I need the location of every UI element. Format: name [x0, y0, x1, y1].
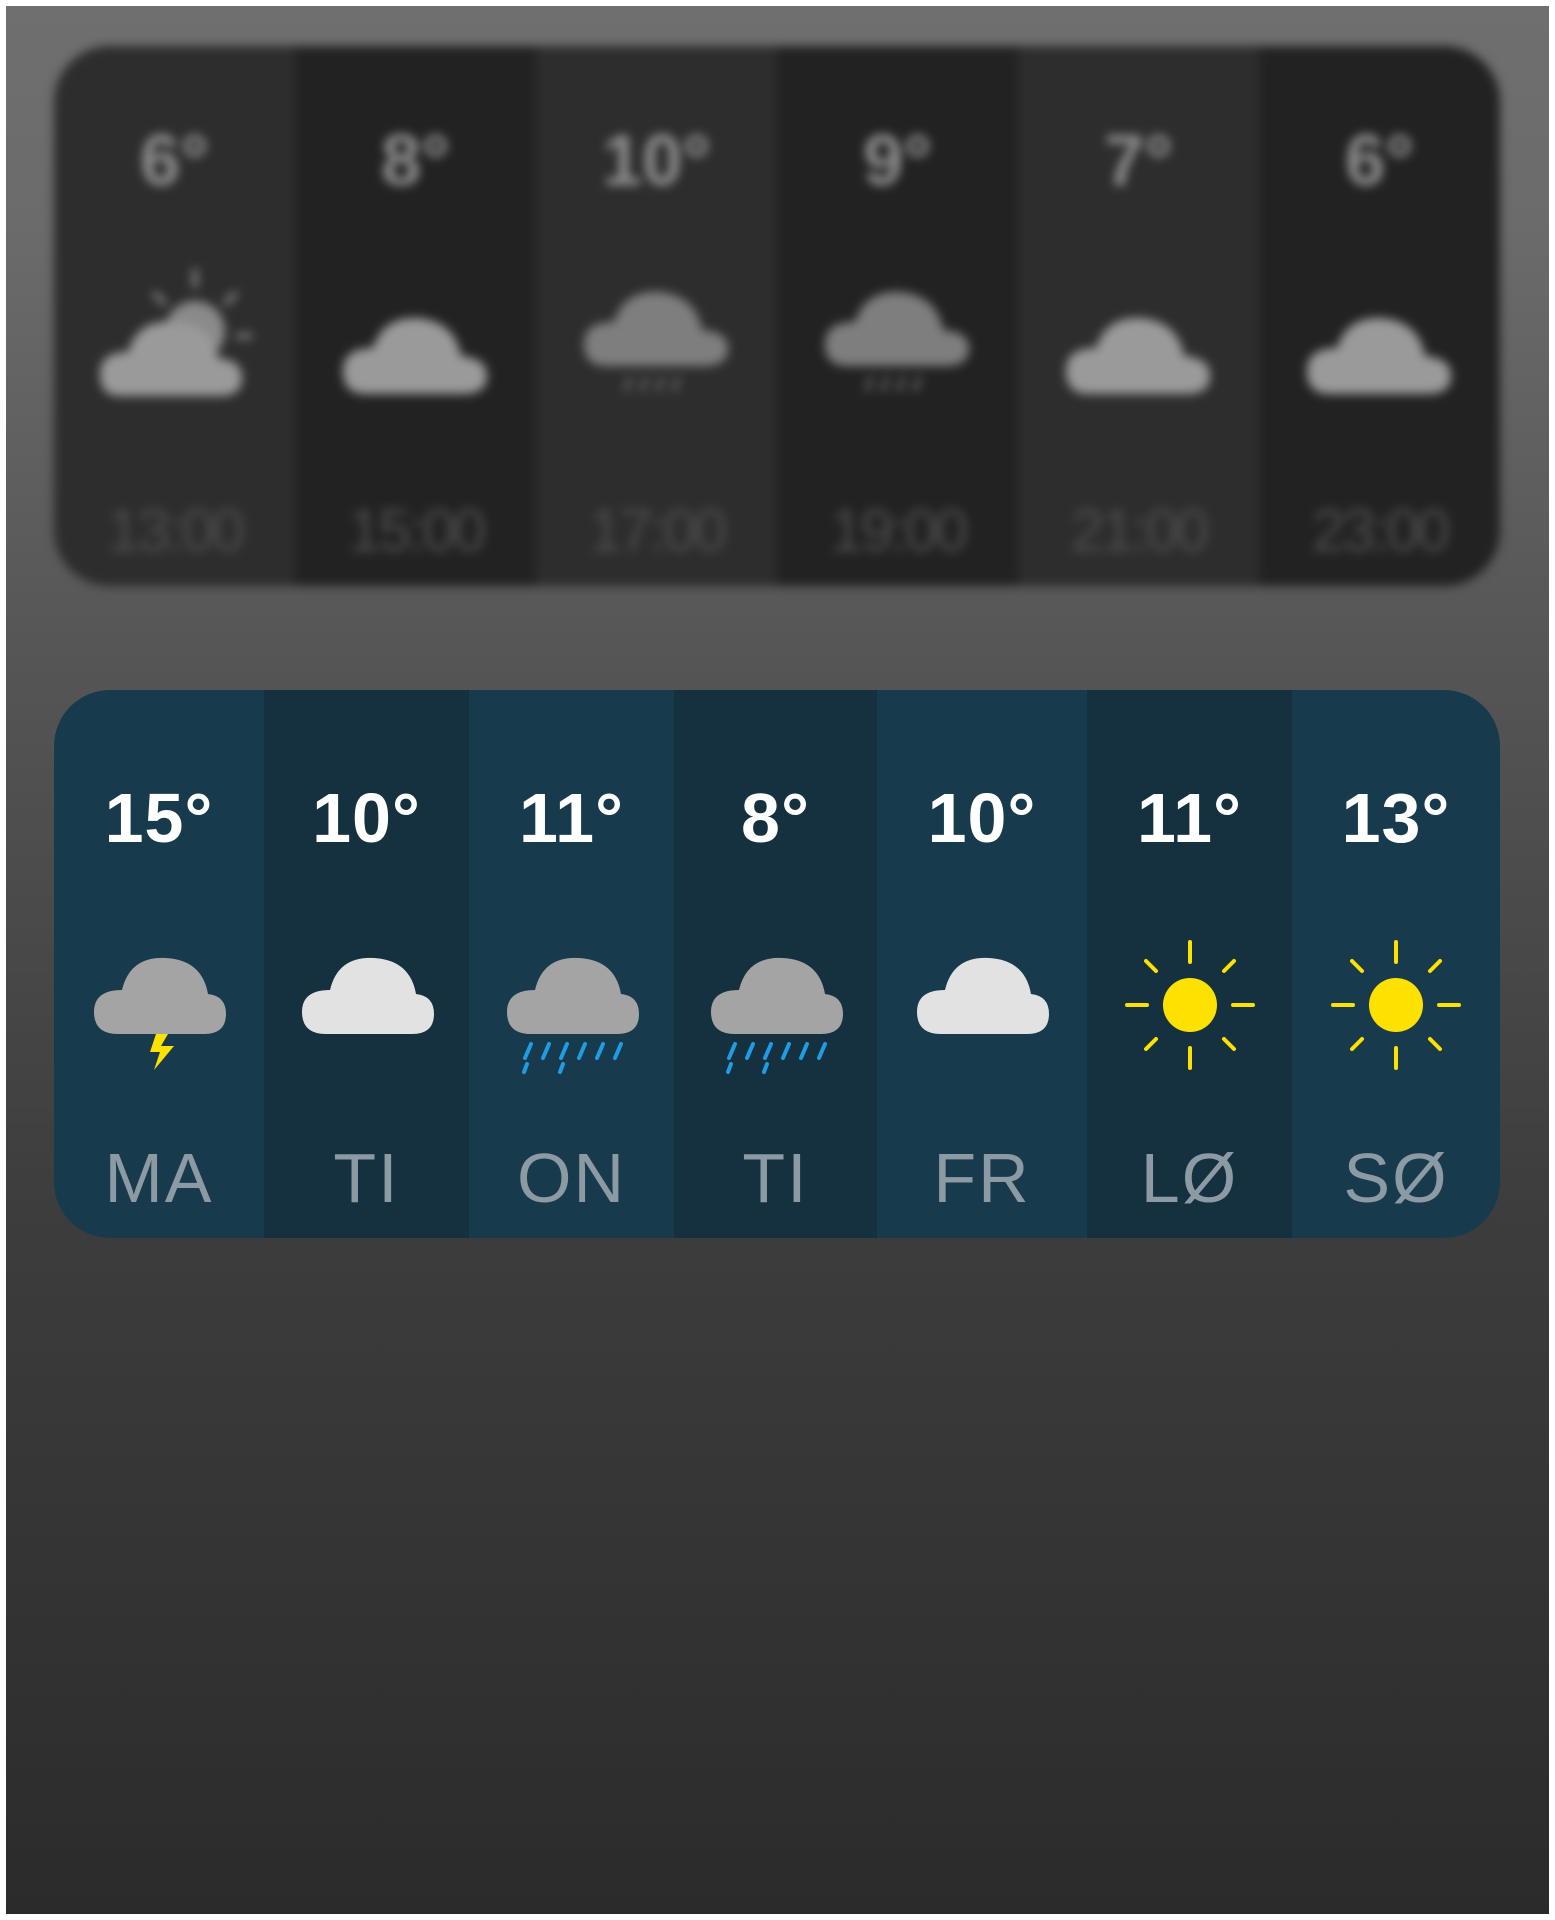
sun-icon: [1321, 930, 1471, 1080]
hourly-item: 9° 19:00: [777, 46, 1018, 586]
cloud-icon: [292, 930, 442, 1080]
day-temperature: 10°: [927, 779, 1037, 857]
day-temperature: 15°: [104, 779, 214, 857]
hourly-item: 7° 21:00: [1018, 46, 1259, 586]
hourly-time: 13:00: [106, 497, 245, 564]
day-label: ON: [517, 1139, 626, 1217]
day-column-sunday[interactable]: 13° SØ: [1292, 690, 1500, 1238]
day-temperature: 11°: [519, 779, 624, 857]
thunderstorm-icon: [84, 930, 234, 1080]
hourly-time: 17:00: [588, 497, 727, 564]
light-rain-icon: [813, 266, 983, 416]
hourly-temperature: 9°: [863, 121, 932, 201]
hourly-item: 6° 13:00: [54, 46, 295, 586]
light-rain-icon: [572, 266, 742, 416]
hourly-temperature: 8°: [381, 121, 450, 201]
rain-icon: [497, 930, 647, 1080]
hourly-time: 23:00: [1311, 497, 1450, 564]
day-temperature: 11°: [1137, 779, 1242, 857]
hourly-time: 19:00: [829, 497, 968, 564]
sun-icon: [1115, 930, 1265, 1080]
day-temperature: 10°: [312, 779, 421, 857]
day-label: TI: [333, 1139, 400, 1217]
day-column-friday[interactable]: 10° FR: [877, 690, 1087, 1238]
hourly-item: 8° 15:00: [295, 46, 536, 586]
hourly-item: 10° 17:00: [536, 46, 777, 586]
day-label: FR: [933, 1139, 1031, 1217]
hourly-item: 6° 23:00: [1259, 46, 1500, 586]
weekly-forecast-widget[interactable]: 15° MA 10° TI 11° ON 8° TI 10° FR 11° LØ…: [54, 690, 1500, 1238]
hourly-temperature: 6°: [1345, 121, 1414, 201]
cloud-icon: [1054, 266, 1224, 416]
day-temperature: 13°: [1341, 779, 1451, 857]
hourly-temperature: 10°: [602, 121, 711, 201]
day-label: TI: [742, 1139, 809, 1217]
day-column-tuesday[interactable]: 10° TI: [264, 690, 469, 1238]
cloud-icon: [331, 266, 501, 416]
cloud-icon: [1295, 266, 1465, 416]
rain-icon: [701, 930, 851, 1080]
day-column-saturday[interactable]: 11° LØ: [1087, 690, 1292, 1238]
hourly-time: 15:00: [347, 497, 486, 564]
hourly-temperature: 6°: [140, 121, 209, 201]
app-screen: 6° 13:00 8° 15:00 10° 17:00 9° 19:00 7° …: [6, 6, 1549, 1914]
day-temperature: 8°: [741, 779, 810, 857]
day-column-wednesday[interactable]: 11° ON: [469, 690, 674, 1238]
day-column-monday[interactable]: 15° MA: [54, 690, 264, 1238]
hourly-time: 21:00: [1070, 497, 1209, 564]
hourly-forecast-widget: 6° 13:00 8° 15:00 10° 17:00 9° 19:00 7° …: [54, 46, 1500, 586]
day-label: SØ: [1343, 1139, 1449, 1217]
partly-cloudy-icon: [90, 266, 260, 416]
day-label: LØ: [1140, 1139, 1239, 1217]
day-column-thursday[interactable]: 8° TI: [674, 690, 877, 1238]
cloud-icon: [907, 930, 1057, 1080]
hourly-temperature: 7°: [1104, 121, 1173, 201]
day-label: MA: [104, 1139, 214, 1217]
